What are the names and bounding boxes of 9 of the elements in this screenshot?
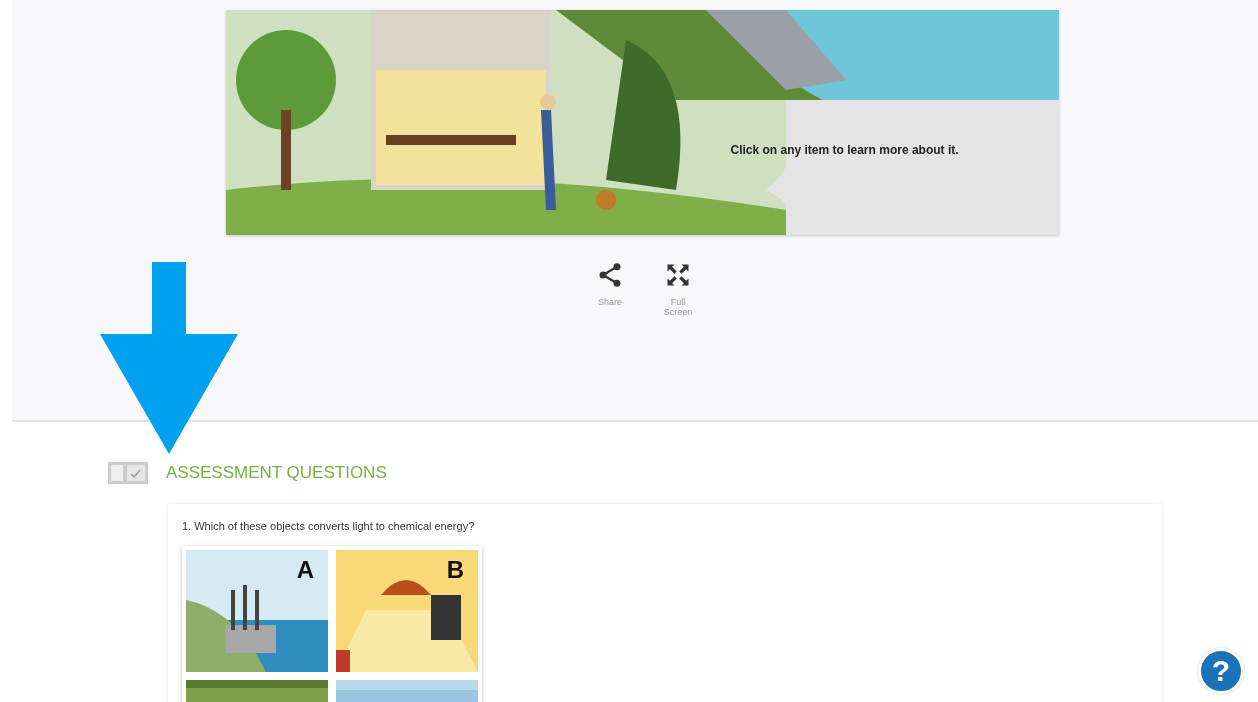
full-screen-button[interactable]: Full Screen — [658, 261, 698, 317]
checklist-icon — [108, 462, 148, 484]
section-title: ASSESSMENT QUESTIONS — [166, 463, 387, 483]
share-button[interactable]: Share — [590, 261, 630, 317]
option-letter: B — [446, 556, 464, 584]
caption: Click on any item to learn more about it. — [730, 143, 959, 157]
help-button[interactable]: ? — [1198, 648, 1244, 694]
option-letter: A — [296, 556, 314, 584]
question-text: 1. Which of these objects converts light to chemical energy? — [182, 520, 475, 532]
